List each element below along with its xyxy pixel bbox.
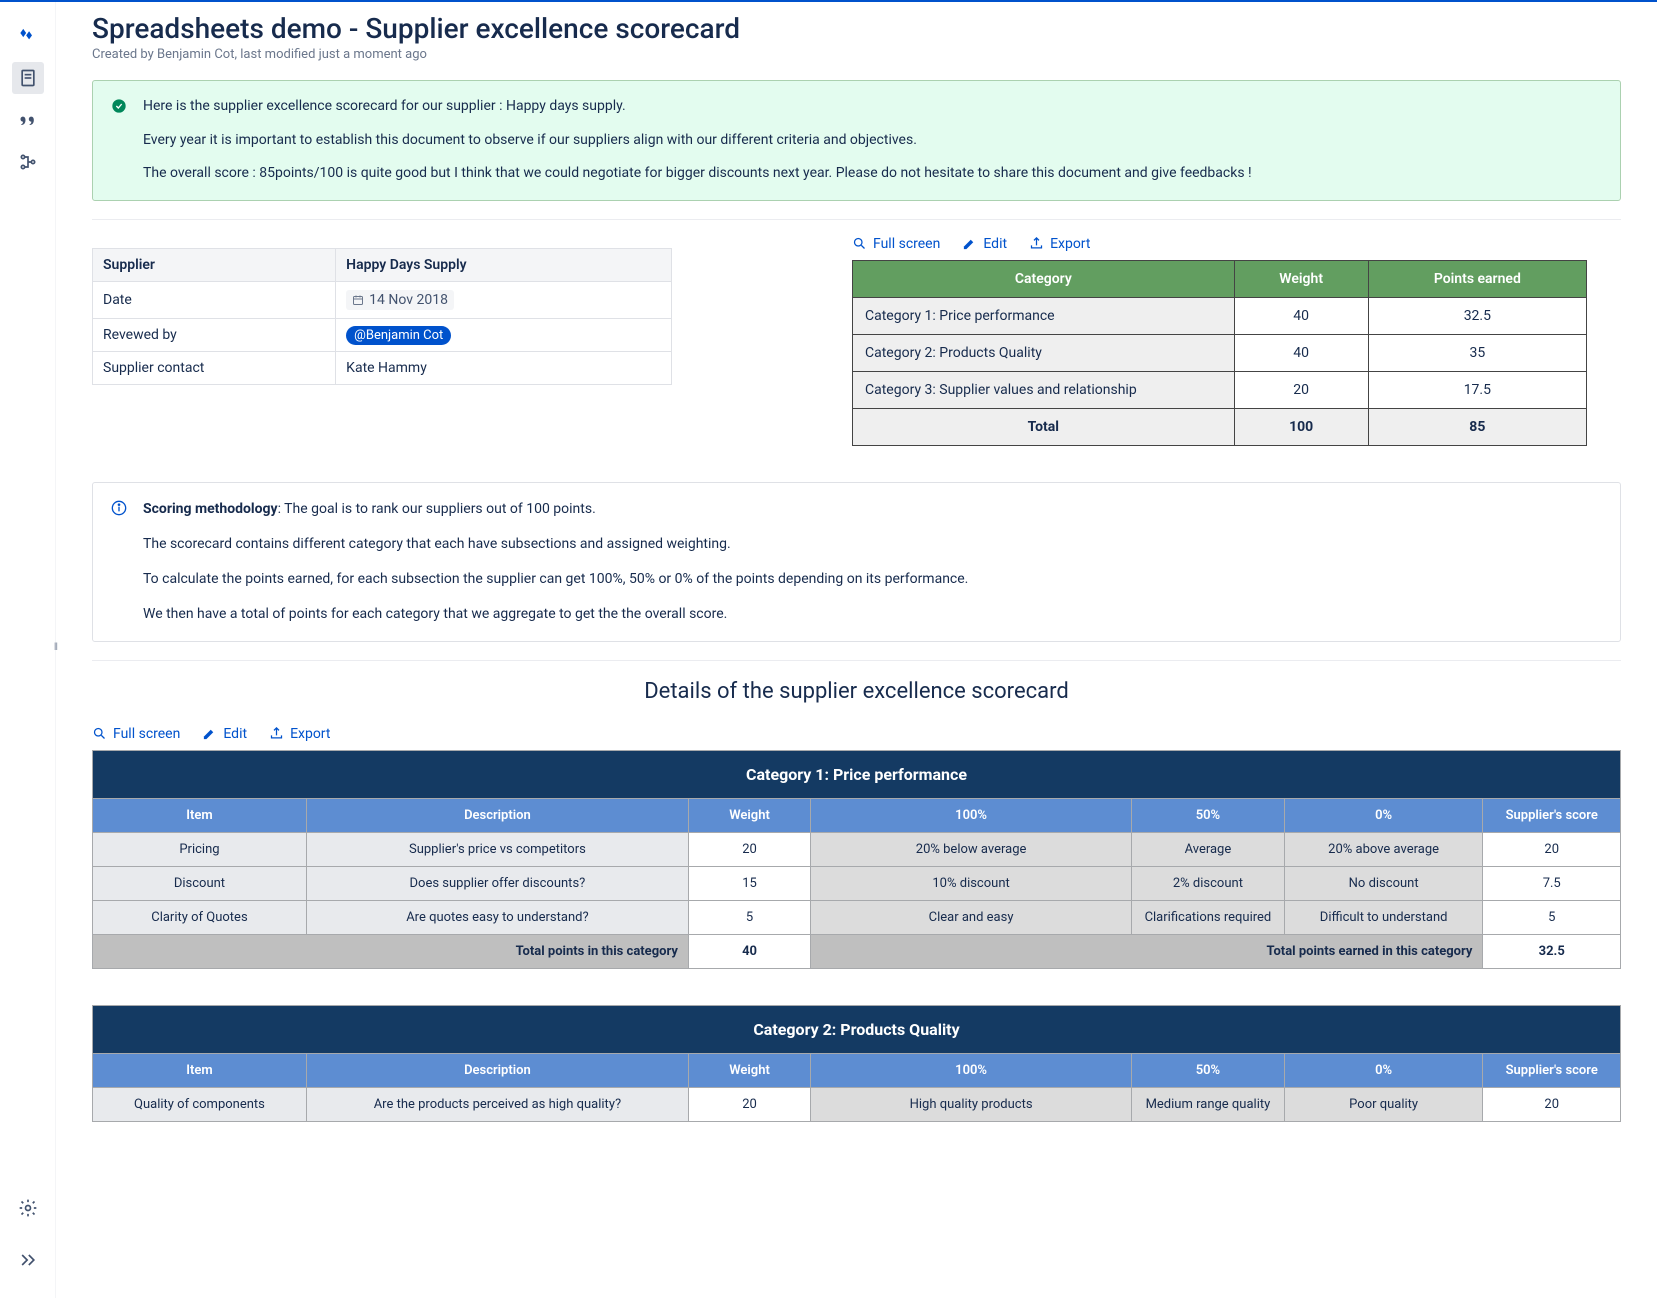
info-header: Supplier [93, 248, 336, 281]
nav-tree-icon[interactable] [12, 146, 44, 178]
panel-line: Every year it is important to establish … [143, 131, 1602, 151]
category2-table: Category 2: Products Quality Item Descri… [92, 1005, 1621, 1122]
calendar-icon [352, 294, 364, 306]
supplier-info-table: Supplier Happy Days Supply Date 14 Nov 2… [92, 248, 672, 385]
info-label: Revewed by [93, 318, 336, 351]
divider [92, 219, 1621, 220]
pencil-icon [962, 236, 977, 251]
details-action-bar: Full screen Edit Export [92, 726, 1621, 742]
pencil-icon [202, 726, 217, 741]
methodology-panel: Scoring methodology: The goal is to rank… [92, 482, 1621, 642]
methodology-line: Scoring methodology: The goal is to rank… [143, 499, 1602, 520]
settings-icon[interactable] [12, 1192, 44, 1224]
app-logo[interactable] [12, 20, 44, 52]
summary-cell: Category 1: Price performance [853, 297, 1235, 334]
nav-quote-icon[interactable] [12, 104, 44, 136]
methodology-line: The scorecard contains different categor… [143, 534, 1602, 555]
nav-pages-icon[interactable] [12, 62, 44, 94]
category-header: Category 1: Price performance [93, 750, 1621, 798]
methodology-line: We then have a total of points for each … [143, 604, 1602, 625]
rail-resize-handle[interactable]: ‖ [54, 642, 58, 653]
info-value: @Benjamin Cot [336, 318, 672, 351]
category1-table: Category 1: Price performance Item Descr… [92, 750, 1621, 969]
export-icon [269, 726, 284, 741]
summary-cell: Category 2: Products Quality [853, 334, 1235, 371]
info-header: Happy Days Supply [336, 248, 672, 281]
summary-action-bar: Full screen Edit Export [852, 236, 1621, 252]
export-link[interactable]: Export [269, 726, 330, 742]
expand-icon[interactable] [12, 1244, 44, 1276]
export-icon [1029, 236, 1044, 251]
page-title: Spreadsheets demo - Supplier excellence … [92, 12, 1621, 45]
fullscreen-link[interactable]: Full screen [852, 236, 940, 252]
left-nav-rail: ‖ [0, 2, 56, 1298]
summary-table: Category Weight Points earned Category 1… [852, 260, 1587, 446]
info-icon [111, 500, 127, 520]
date-text: 14 Nov 2018 [369, 292, 448, 308]
success-panel: Here is the supplier excellence scorecar… [92, 80, 1621, 201]
info-label: Supplier contact [93, 351, 336, 384]
summary-total-label: Total [853, 408, 1235, 445]
table-row: Clarity of Quotes Are quotes easy to und… [93, 900, 1621, 934]
summary-col-category: Category [853, 260, 1235, 297]
summary-cell: Category 3: Supplier values and relation… [853, 371, 1235, 408]
category-header: Category 2: Products Quality [93, 1005, 1621, 1053]
panel-line: Here is the supplier excellence scorecar… [143, 97, 1602, 117]
check-circle-icon [111, 98, 127, 118]
methodology-line: To calculate the points earned, for each… [143, 569, 1602, 590]
search-icon [852, 236, 867, 251]
export-link[interactable]: Export [1029, 236, 1090, 252]
fullscreen-link[interactable]: Full screen [92, 726, 180, 742]
search-icon [92, 726, 107, 741]
summary-col-points: Points earned [1368, 260, 1586, 297]
table-row: Discount Does supplier offer discounts? … [93, 866, 1621, 900]
summary-col-weight: Weight [1234, 260, 1368, 297]
page-byline: Created by Benjamin Cot, last modified j… [92, 47, 1621, 62]
table-row: Quality of components Are the products p… [93, 1087, 1621, 1121]
page-content: Spreadsheets demo - Supplier excellence … [56, 2, 1657, 1298]
info-value: 14 Nov 2018 [336, 281, 672, 318]
info-label: Date [93, 281, 336, 318]
edit-link[interactable]: Edit [202, 726, 247, 742]
divider [92, 660, 1621, 661]
details-section-title: Details of the supplier excellence score… [92, 679, 1621, 704]
table-row: Pricing Supplier's price vs competitors … [93, 832, 1621, 866]
panel-line: The overall score : 85points/100 is quit… [143, 164, 1602, 184]
user-mention[interactable]: @Benjamin Cot [346, 326, 451, 345]
edit-link[interactable]: Edit [962, 236, 1007, 252]
info-value: Kate Hammy [336, 351, 672, 384]
